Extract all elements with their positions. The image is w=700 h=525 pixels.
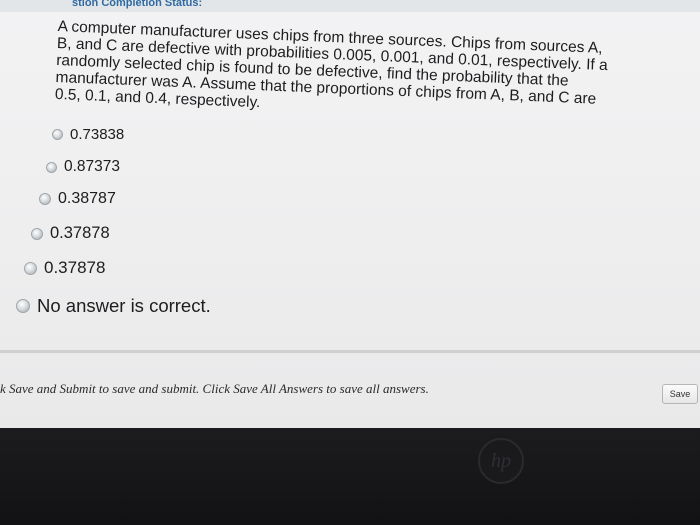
save-instructions: k Save and Submit to save and submit. Cl…: [0, 381, 429, 396]
radio-button-icon[interactable]: [39, 193, 51, 205]
radio-button-icon[interactable]: [31, 227, 43, 240]
radio-button-icon[interactable]: [52, 129, 63, 140]
answer-option-3[interactable]: 0.38787: [39, 190, 116, 208]
answer-option-2[interactable]: 0.87373: [46, 158, 120, 176]
answer-option-4[interactable]: 0.37878: [31, 224, 110, 243]
save-button[interactable]: Save: [662, 384, 698, 404]
answer-option-label: No answer is correct.: [37, 295, 211, 316]
answer-option-label: 0.38787: [58, 190, 116, 207]
answer-options: 0.73838 0.87373 0.38787 0.37878 0.37878 …: [0, 0, 700, 340]
answer-option-label: 0.37878: [50, 224, 110, 242]
hp-logo-icon: hp: [478, 438, 524, 484]
answer-option-5[interactable]: 0.37878: [24, 258, 105, 278]
laptop-bezel: [0, 428, 700, 525]
radio-button-icon[interactable]: [46, 161, 57, 173]
answer-option-label: 0.87373: [64, 158, 121, 175]
answer-option-1[interactable]: 0.73838: [52, 126, 124, 143]
radio-button-icon[interactable]: [24, 261, 37, 275]
answer-option-label: 0.37878: [44, 258, 106, 277]
answer-option-6[interactable]: No answer is correct.: [16, 295, 211, 317]
divider: [0, 350, 700, 353]
screen: stion Completion Status: A computer manu…: [0, 0, 700, 428]
answer-option-label: 0.73838: [70, 126, 125, 143]
radio-button-icon[interactable]: [16, 299, 30, 313]
